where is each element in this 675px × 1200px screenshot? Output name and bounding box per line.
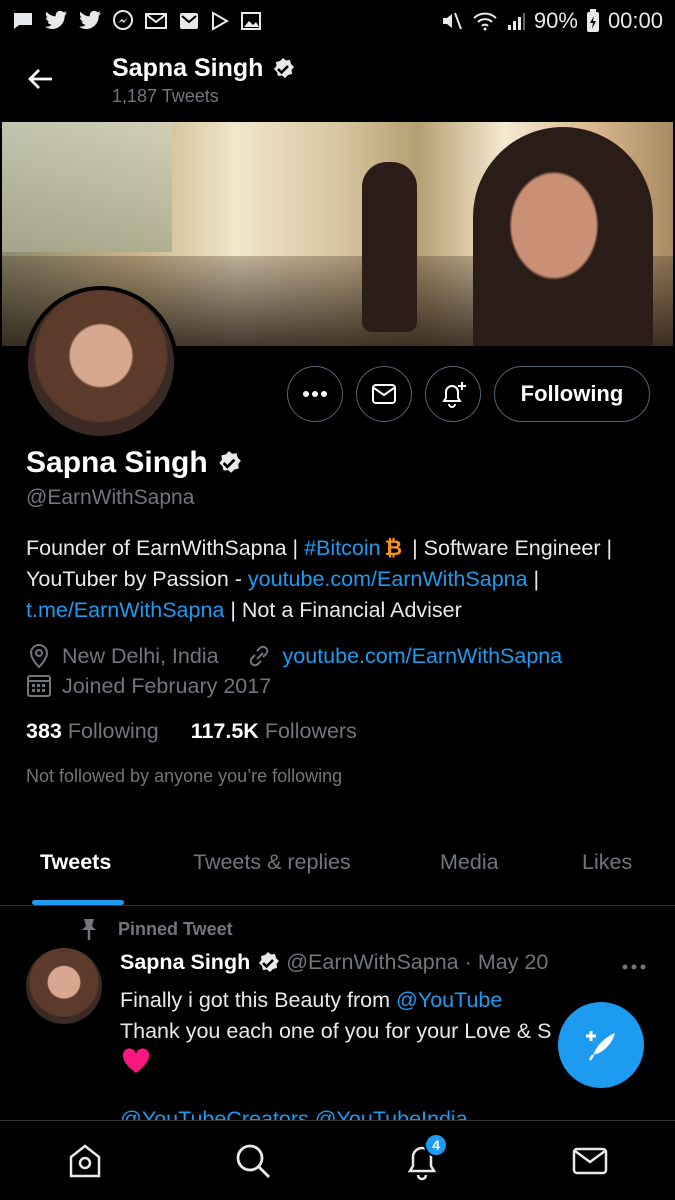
gallery-icon	[241, 12, 261, 30]
pinned-label: Pinned Tweet	[118, 918, 233, 939]
banner-portrait	[473, 127, 653, 346]
compose-feather-icon	[586, 1031, 615, 1061]
verified-badge-icon	[274, 57, 295, 78]
header-name: Sapna Singh	[112, 54, 264, 82]
tweet-header: Sapna Singh @EarnWithSapna · May 20	[120, 950, 548, 975]
header-title: Sapna Singh	[112, 54, 295, 83]
followers-stat[interactable]: 117.5K Followers	[191, 719, 357, 744]
profile-tabs: Tweets Tweets & replies Media Likes	[0, 828, 675, 906]
profile-name: Sapna Singh	[26, 446, 208, 479]
calendar-icon	[27, 675, 51, 697]
mute-icon	[442, 12, 462, 30]
twitter-icon	[79, 11, 101, 29]
following-stat[interactable]: 383 Following	[26, 719, 159, 744]
telegram-link[interactable]: t.me/EarnWithSapna	[26, 598, 224, 622]
bitcoin-hashtag-link[interactable]: #Bitcoin	[304, 536, 381, 560]
wifi-icon	[473, 12, 497, 31]
more-dots-icon	[622, 964, 646, 970]
notify-button[interactable]	[425, 366, 481, 422]
play-store-icon	[212, 11, 230, 31]
tweet-author-name[interactable]: Sapna Singh	[120, 950, 250, 975]
mail-icon	[180, 13, 198, 29]
youtube-link[interactable]: youtube.com/EarnWithSapna	[248, 567, 528, 591]
followers-label: Followers	[264, 719, 357, 743]
tweet-count: 1,187 Tweets	[112, 86, 219, 106]
profile-name-row: Sapna Singh	[26, 446, 242, 480]
followers-count: 117.5K	[190, 719, 259, 743]
profile-meta: New Delhi, India youtube.com/EarnWithSap…	[26, 643, 562, 669]
banner-person	[362, 162, 417, 332]
following-label: Following	[67, 719, 159, 743]
bio-text: Founder of EarnWithSapna |	[26, 536, 305, 560]
status-bar: 90% 00:00	[0, 0, 675, 42]
search-icon	[236, 1144, 270, 1178]
verified-badge-icon	[259, 951, 280, 972]
more-dots-icon	[303, 391, 327, 397]
tweet-separator: ·	[464, 950, 472, 974]
home-icon	[69, 1144, 101, 1178]
notification-icons	[12, 10, 262, 32]
gmail-icon	[145, 13, 167, 29]
tweet-avatar[interactable]	[26, 948, 102, 1024]
nav-home[interactable]	[65, 1141, 105, 1181]
tweet-mentions-line[interactable]: @YouTubeCreators @YouTubeIndia	[120, 1108, 468, 1120]
following-count: 383	[26, 719, 62, 743]
mutual-followers-note: Not followed by anyone you’re following	[26, 766, 343, 786]
tweet-more-button[interactable]	[622, 958, 646, 976]
heart-emoji-icon	[122, 1048, 150, 1073]
bio-text: |	[527, 567, 540, 591]
messenger-icon	[113, 10, 133, 30]
tweet-date[interactable]: May 20	[478, 950, 549, 975]
clock: 00:00	[607, 8, 663, 33]
tab-tweets[interactable]: Tweets	[40, 850, 111, 875]
joined-text: Joined February 2017	[62, 673, 272, 698]
active-tab-indicator	[32, 900, 124, 905]
nav-messages[interactable]	[570, 1141, 610, 1181]
tab-media[interactable]: Media	[440, 850, 499, 875]
bio-text: | Not a Financial Adviser	[224, 598, 462, 622]
system-status: 90% 00:00	[440, 8, 663, 34]
envelope-icon	[372, 384, 396, 404]
profile-avatar[interactable]	[24, 286, 178, 440]
signal-icon	[507, 13, 525, 30]
follow-stats: 383 Following 117.5K Followers	[26, 719, 357, 744]
website-link[interactable]: youtube.com/EarnWithSapna	[283, 644, 563, 669]
bitcoin-icon: ₿	[384, 536, 403, 560]
message-button[interactable]	[356, 366, 412, 422]
tweet-line1: Finally i got this Beauty from	[120, 988, 397, 1012]
bottom-navigation	[0, 1120, 675, 1200]
verified-badge-icon	[218, 451, 241, 473]
notifications-badge: 4	[424, 1133, 448, 1157]
message-icon	[14, 13, 32, 29]
tab-likes[interactable]: Likes	[582, 850, 632, 875]
location-text: New Delhi, India	[62, 643, 219, 668]
location-icon	[29, 643, 49, 669]
joined-row: Joined February 2017	[26, 673, 271, 699]
youtube-mention[interactable]: @YouTube	[396, 988, 502, 1012]
battery-percent: 90%	[533, 8, 578, 33]
banner-window	[2, 122, 172, 252]
messages-icon	[572, 1147, 608, 1175]
more-options-button[interactable]	[287, 366, 343, 422]
tweet-line2: Thank you each one of you for your Love …	[120, 1019, 552, 1043]
pinned-label-row: Pinned Tweet	[78, 917, 233, 941]
profile-header: Sapna Singh 1,187 Tweets	[0, 42, 675, 120]
profile-bio: Founder of EarnWithSapna | #Bitcoin ₿ | S…	[26, 533, 656, 626]
battery-icon	[586, 9, 599, 32]
arrow-left-icon	[28, 69, 52, 89]
back-button[interactable]	[26, 64, 56, 94]
profile-handle: @EarnWithSapna	[26, 486, 195, 509]
twitter-icon	[45, 11, 67, 29]
link-icon	[249, 645, 268, 667]
bell-plus-icon	[442, 382, 466, 408]
compose-tweet-button[interactable]	[558, 1002, 644, 1088]
nav-search[interactable]	[233, 1141, 273, 1181]
tab-tweets-replies[interactable]: Tweets & replies	[193, 850, 351, 875]
pin-icon	[82, 919, 96, 940]
following-button[interactable]: Following	[494, 366, 650, 422]
tweet-author-handle[interactable]: @EarnWithSapna	[286, 950, 458, 975]
